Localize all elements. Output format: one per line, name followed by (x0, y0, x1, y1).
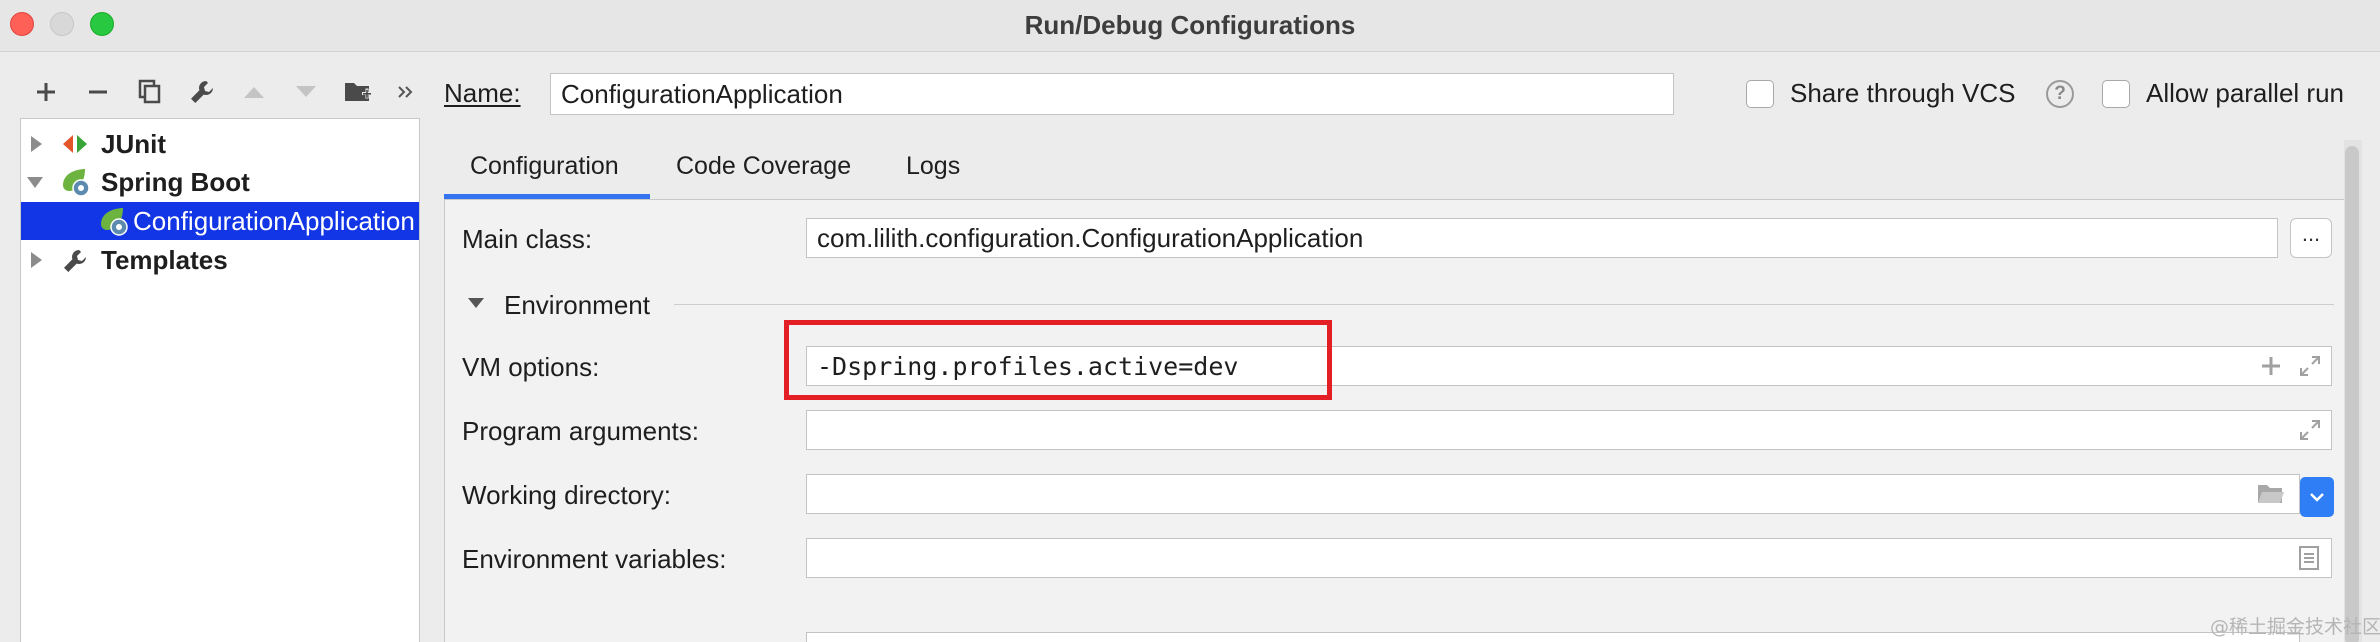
working-directory-dropdown-button[interactable] (2300, 477, 2334, 517)
tab-logs[interactable]: Logs (906, 152, 960, 181)
tab-configuration[interactable]: Configuration (470, 152, 619, 181)
highlight-annotation-box (784, 320, 1332, 400)
allow-parallel-checkbox[interactable] (2102, 80, 2130, 108)
junit-icon (63, 135, 87, 153)
help-icon[interactable]: ? (2046, 80, 2074, 108)
tree-item-templates[interactable]: Templates (21, 241, 419, 279)
section-divider (674, 304, 2334, 305)
environment-variables-input[interactable] (806, 538, 2332, 578)
minus-icon (89, 90, 107, 94)
edit-templates-button[interactable] (184, 74, 220, 110)
partially-visible-input[interactable] (806, 632, 2300, 642)
copy-configuration-button[interactable] (132, 74, 168, 110)
remove-configuration-button[interactable] (80, 74, 116, 110)
folder-icon[interactable] (2256, 482, 2286, 506)
share-vcs-label: Share through VCS (1790, 78, 2016, 108)
expand-icon[interactable] (2298, 418, 2322, 442)
spring-boot-icon (63, 169, 90, 197)
watermark: @稀土掘金技术社区 (2210, 616, 2380, 638)
copy-icon (138, 79, 161, 104)
main-class-label: Main class: (462, 224, 593, 254)
tree-item-spring-boot[interactable]: Spring Boot (21, 163, 419, 201)
main-class-input[interactable]: com.lilith.configuration.ConfigurationAp… (806, 218, 2278, 258)
tree-item-label: JUnit (101, 128, 166, 159)
browse-main-class-button[interactable]: ... (2290, 218, 2332, 258)
collapse-arrow-icon[interactable] (27, 177, 43, 188)
list-icon[interactable] (2298, 545, 2320, 571)
expand-arrow-icon[interactable] (31, 136, 42, 152)
add-configuration-button[interactable] (28, 74, 64, 110)
tree-item-label: Spring Boot (101, 166, 250, 197)
plus-icon[interactable] (2260, 355, 2282, 377)
working-directory-input[interactable] (806, 474, 2300, 514)
program-arguments-label: Program arguments: (462, 416, 699, 446)
triangle-down-icon (296, 86, 316, 97)
spring-boot-config-icon (101, 208, 128, 236)
chevron-double-right-icon (398, 86, 413, 98)
more-tools-button[interactable] (388, 74, 424, 110)
new-folder-button[interactable] (340, 74, 376, 110)
expand-icon[interactable] (2298, 354, 2322, 378)
environment-variables-label: Environment variables: (462, 544, 727, 574)
tree-item-label: Templates (101, 244, 228, 275)
collapse-section-icon[interactable] (466, 296, 486, 310)
name-input[interactable]: ConfigurationApplication (550, 73, 1674, 115)
environment-section-title: Environment (504, 290, 650, 320)
tree-item-label: ConfigurationApplication (133, 205, 415, 236)
move-up-button[interactable] (236, 74, 272, 110)
allow-parallel-label: Allow parallel run (2146, 78, 2344, 108)
wrench-icon (64, 250, 86, 272)
move-down-button[interactable] (288, 74, 324, 110)
folder-plus-icon (345, 83, 372, 101)
share-vcs-checkbox[interactable] (1746, 80, 1774, 108)
tree-item-configuration-application[interactable]: ConfigurationApplication (21, 202, 419, 240)
vm-options-label: VM options: (462, 352, 600, 382)
configuration-tree: JUnit Spring Boot ConfigurationApplicati… (20, 118, 420, 642)
tab-code-coverage[interactable]: Code Coverage (676, 152, 851, 181)
wrench-icon (191, 81, 213, 103)
program-arguments-input[interactable] (806, 410, 2332, 450)
triangle-up-icon (244, 87, 264, 98)
expand-arrow-icon[interactable] (31, 252, 42, 268)
active-tab-indicator (444, 194, 650, 199)
scrollbar-thumb[interactable] (2345, 146, 2359, 642)
title-bar: Run/Debug Configurations (0, 0, 2380, 52)
window-title: Run/Debug Configurations (1024, 10, 1356, 40)
tree-item-junit[interactable]: JUnit (21, 125, 419, 163)
plus-icon (37, 83, 55, 101)
name-label: Name: (444, 78, 521, 108)
working-directory-label: Working directory: (462, 480, 672, 510)
chevron-down-icon (2310, 493, 2324, 502)
